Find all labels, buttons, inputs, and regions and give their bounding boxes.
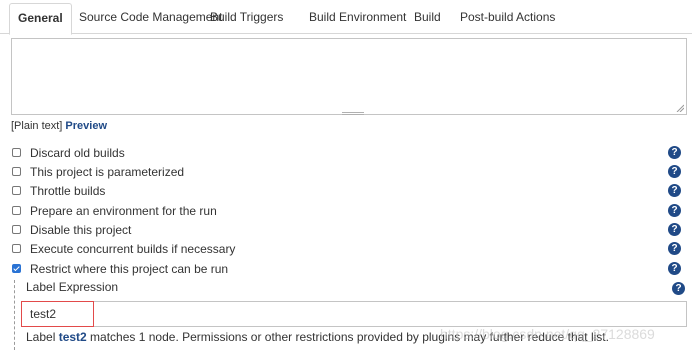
tab-build-triggers[interactable]: Build Triggers [210,0,283,34]
plain-text-indicator: [Plain text] [11,120,66,132]
tab-build-environment[interactable]: Build Environment [309,0,406,34]
option-discard-old-builds: Discard old builds ? [12,144,688,162]
resize-handle-icon[interactable] [676,104,684,112]
option-disable-project: Disable this project ? [12,221,688,239]
preview-link[interactable]: Preview [65,120,107,132]
option-label[interactable]: This project is parameterized [30,163,184,181]
tab-source-code-management[interactable]: Source Code Management [79,0,222,34]
nested-section-guide [14,280,15,350]
help-icon[interactable]: ? [668,184,681,197]
discard-old-builds-checkbox[interactable] [12,148,21,157]
tab-bar: General Source Code Management Build Tri… [0,0,692,35]
help-icon[interactable]: ? [668,204,681,217]
option-label[interactable]: Restrict where this project can be run [30,260,228,278]
description-textarea[interactable] [11,38,687,115]
option-concurrent-builds: Execute concurrent builds if necessary ? [12,240,688,258]
option-label[interactable]: Execute concurrent builds if necessary [30,240,235,258]
match-prefix: Label [26,330,59,344]
parameterized-checkbox[interactable] [12,167,21,176]
description-format-row: [Plain text] Preview [11,120,107,132]
label-expression-title: Label Expression [26,280,119,294]
help-icon[interactable]: ? [672,282,685,295]
tab-build[interactable]: Build [414,0,441,34]
option-restrict-where-run: Restrict where this project can be run ? [12,260,688,278]
option-label[interactable]: Prepare an environment for the run [30,202,217,220]
textarea-grip-handle[interactable] [342,112,364,115]
help-icon[interactable]: ? [668,165,681,178]
option-label[interactable]: Disable this project [30,221,131,239]
throttle-builds-checkbox[interactable] [12,186,21,195]
option-throttle-builds: Throttle builds ? [12,182,688,200]
label-test2-link[interactable]: test2 [59,330,87,344]
option-label[interactable]: Discard old builds [30,144,125,162]
prepare-environment-checkbox[interactable] [12,206,21,215]
help-icon[interactable]: ? [668,146,681,159]
help-icon[interactable]: ? [668,262,681,275]
help-icon[interactable]: ? [668,242,681,255]
tab-general[interactable]: General [9,3,72,35]
option-parameterized: This project is parameterized ? [12,163,688,181]
help-icon[interactable]: ? [668,223,681,236]
disable-project-checkbox[interactable] [12,225,21,234]
option-label[interactable]: Throttle builds [30,182,105,200]
restrict-where-run-checkbox[interactable] [12,264,21,273]
option-prepare-environment: Prepare an environment for the run ? [12,202,688,220]
label-expression-input[interactable]: test2 [21,301,687,327]
concurrent-builds-checkbox[interactable] [12,244,21,253]
tab-post-build-actions[interactable]: Post-build Actions [460,0,555,34]
watermark: https://blog.csdn.net/qq_27128869 [440,326,655,342]
